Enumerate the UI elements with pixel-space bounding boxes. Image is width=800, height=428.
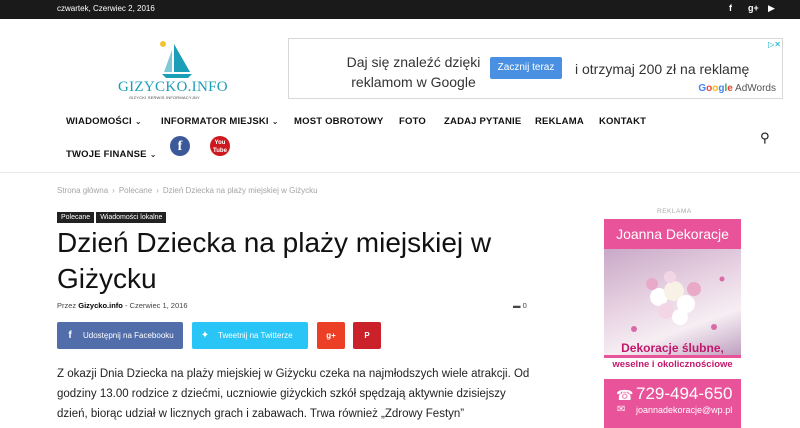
top-bar: czwartek, Czerwiec 2, 2016 f g+ ▶ — [0, 0, 800, 19]
bouquet-image — [604, 249, 741, 355]
phone-icon: ☎ — [616, 387, 634, 403]
current-date: czwartek, Czerwiec 2, 2016 — [57, 4, 155, 13]
ad-text-right: i otrzymaj 200 zł na reklamę — [575, 61, 750, 77]
nav-foto[interactable]: FOTO — [399, 116, 426, 127]
article-title: Dzień Dziecka na plaży miejskiej w Giżyc… — [57, 227, 492, 294]
ad-text-left: Daj się znaleźć dzięki reklamom w Google — [346, 54, 481, 90]
breadcrumb-category[interactable]: Polecane — [119, 186, 152, 195]
chevron-down-icon: ⌄ — [134, 117, 142, 126]
comment-icon: ▬ — [513, 301, 521, 310]
main-navigation: WIADOMOŚCI ⌄ INFORMATOR MIEJSKI ⌄ MOST OBR… — [0, 110, 800, 170]
google-ad-banner[interactable]: Daj się znaleźć dzięki reklamom w Google… — [288, 38, 783, 99]
nav-informator-miejski[interactable]: INFORMATOR MIEJSKI ⌄ — [161, 116, 279, 127]
sidebar-ad-subtitle-2: weselne i okolicznościowe — [612, 359, 733, 370]
share-google-plus-button[interactable]: g+ — [317, 322, 345, 349]
header-divider — [0, 172, 800, 173]
site-logo[interactable]: GIZYCKO.INFO GIŻYCKI SERWIS INFORMACYJNY — [118, 38, 228, 100]
share-facebook-button[interactable]: f Udostępnij na Facebooku — [57, 322, 183, 349]
twitter-icon: ✦ — [200, 330, 210, 341]
youtube-icon[interactable]: ▶ — [768, 3, 775, 14]
logo-name: GIZYCKO.INFO — [118, 79, 228, 95]
sidebar-ad-phone: 729-494-650 — [636, 384, 733, 403]
adchoices-icon[interactable]: ▷✕ — [768, 40, 781, 49]
sidebar-ad-title: Joanna Dekoracje — [604, 219, 741, 249]
chevron-down-icon: ⌄ — [271, 117, 279, 126]
breadcrumb: Strona główna › Polecane › Dzień Dziecka na … — [57, 186, 318, 195]
nav-kontakt[interactable]: KONTAKT — [599, 116, 646, 127]
nav-most-obrotowy[interactable]: MOST OBROTOWY — [294, 116, 384, 127]
sidebar-ad-subtitle: Dekoracje ślubne, — [621, 341, 724, 355]
nav-reklama[interactable]: REKLAMA — [535, 116, 584, 127]
facebook-icon: f — [68, 330, 72, 341]
comments-count[interactable]: ▬ 0 — [513, 301, 527, 310]
share-pinterest-button[interactable]: P — [353, 322, 381, 349]
author-link[interactable]: Gizycko.info — [78, 301, 123, 310]
ad-start-button[interactable]: Zacznij teraz — [490, 57, 562, 79]
google-adwords-logo: Google AdWords — [698, 83, 776, 94]
google-plus-icon[interactable]: g+ — [748, 3, 759, 13]
youtube-round-icon[interactable]: You Tube — [210, 136, 230, 156]
category-tags: Polecane Wiadomości lokalne — [57, 206, 168, 224]
nav-zadaj-pytanie[interactable]: ZADAJ PYTANIE — [444, 116, 521, 127]
facebook-icon[interactable]: f — [729, 3, 732, 13]
nav-twoje-finanse[interactable]: TWOJE FINANSE ⌄ — [66, 149, 157, 160]
share-twitter-button[interactable]: ✦ Tweetnij na Twitterze — [192, 322, 308, 349]
sidebar-ad-label: REKLAMA — [657, 208, 692, 215]
search-icon[interactable]: ⚲ — [760, 130, 770, 146]
article-date: Czerwiec 1, 2016 — [129, 301, 188, 310]
sidebar-ad-email: joannadekoracje@wp.pl — [636, 405, 733, 415]
breadcrumb-current: Dzień Dziecka na plaży miejskiej w Giżyc… — [162, 186, 318, 195]
facebook-round-icon[interactable]: f — [170, 136, 190, 156]
chevron-down-icon: ⌄ — [149, 150, 157, 159]
sidebar-ad[interactable]: Joanna Dekoracje Dekoracje ślubne, wesel… — [604, 219, 741, 428]
article-body: Z okazji Dnia Dziecka na plaży miejskiej… — [57, 368, 530, 420]
logo-tagline: GIŻYCKI SERWIS INFORMACYJNY — [129, 95, 200, 100]
article-meta: Przez Gizycko.info - Czerwiec 1, 2016 — [57, 301, 188, 310]
tag-polecane[interactable]: Polecane — [57, 212, 95, 223]
tag-wiadomosci-lokalne[interactable]: Wiadomości lokalne — [96, 212, 167, 223]
breadcrumb-home[interactable]: Strona główna — [57, 186, 108, 195]
email-icon: ✉ — [617, 404, 626, 415]
sailboat-icon — [160, 41, 192, 78]
sidebar-ad-rule — [604, 355, 741, 358]
nav-wiadomosci[interactable]: WIADOMOŚCI ⌄ — [66, 116, 142, 127]
